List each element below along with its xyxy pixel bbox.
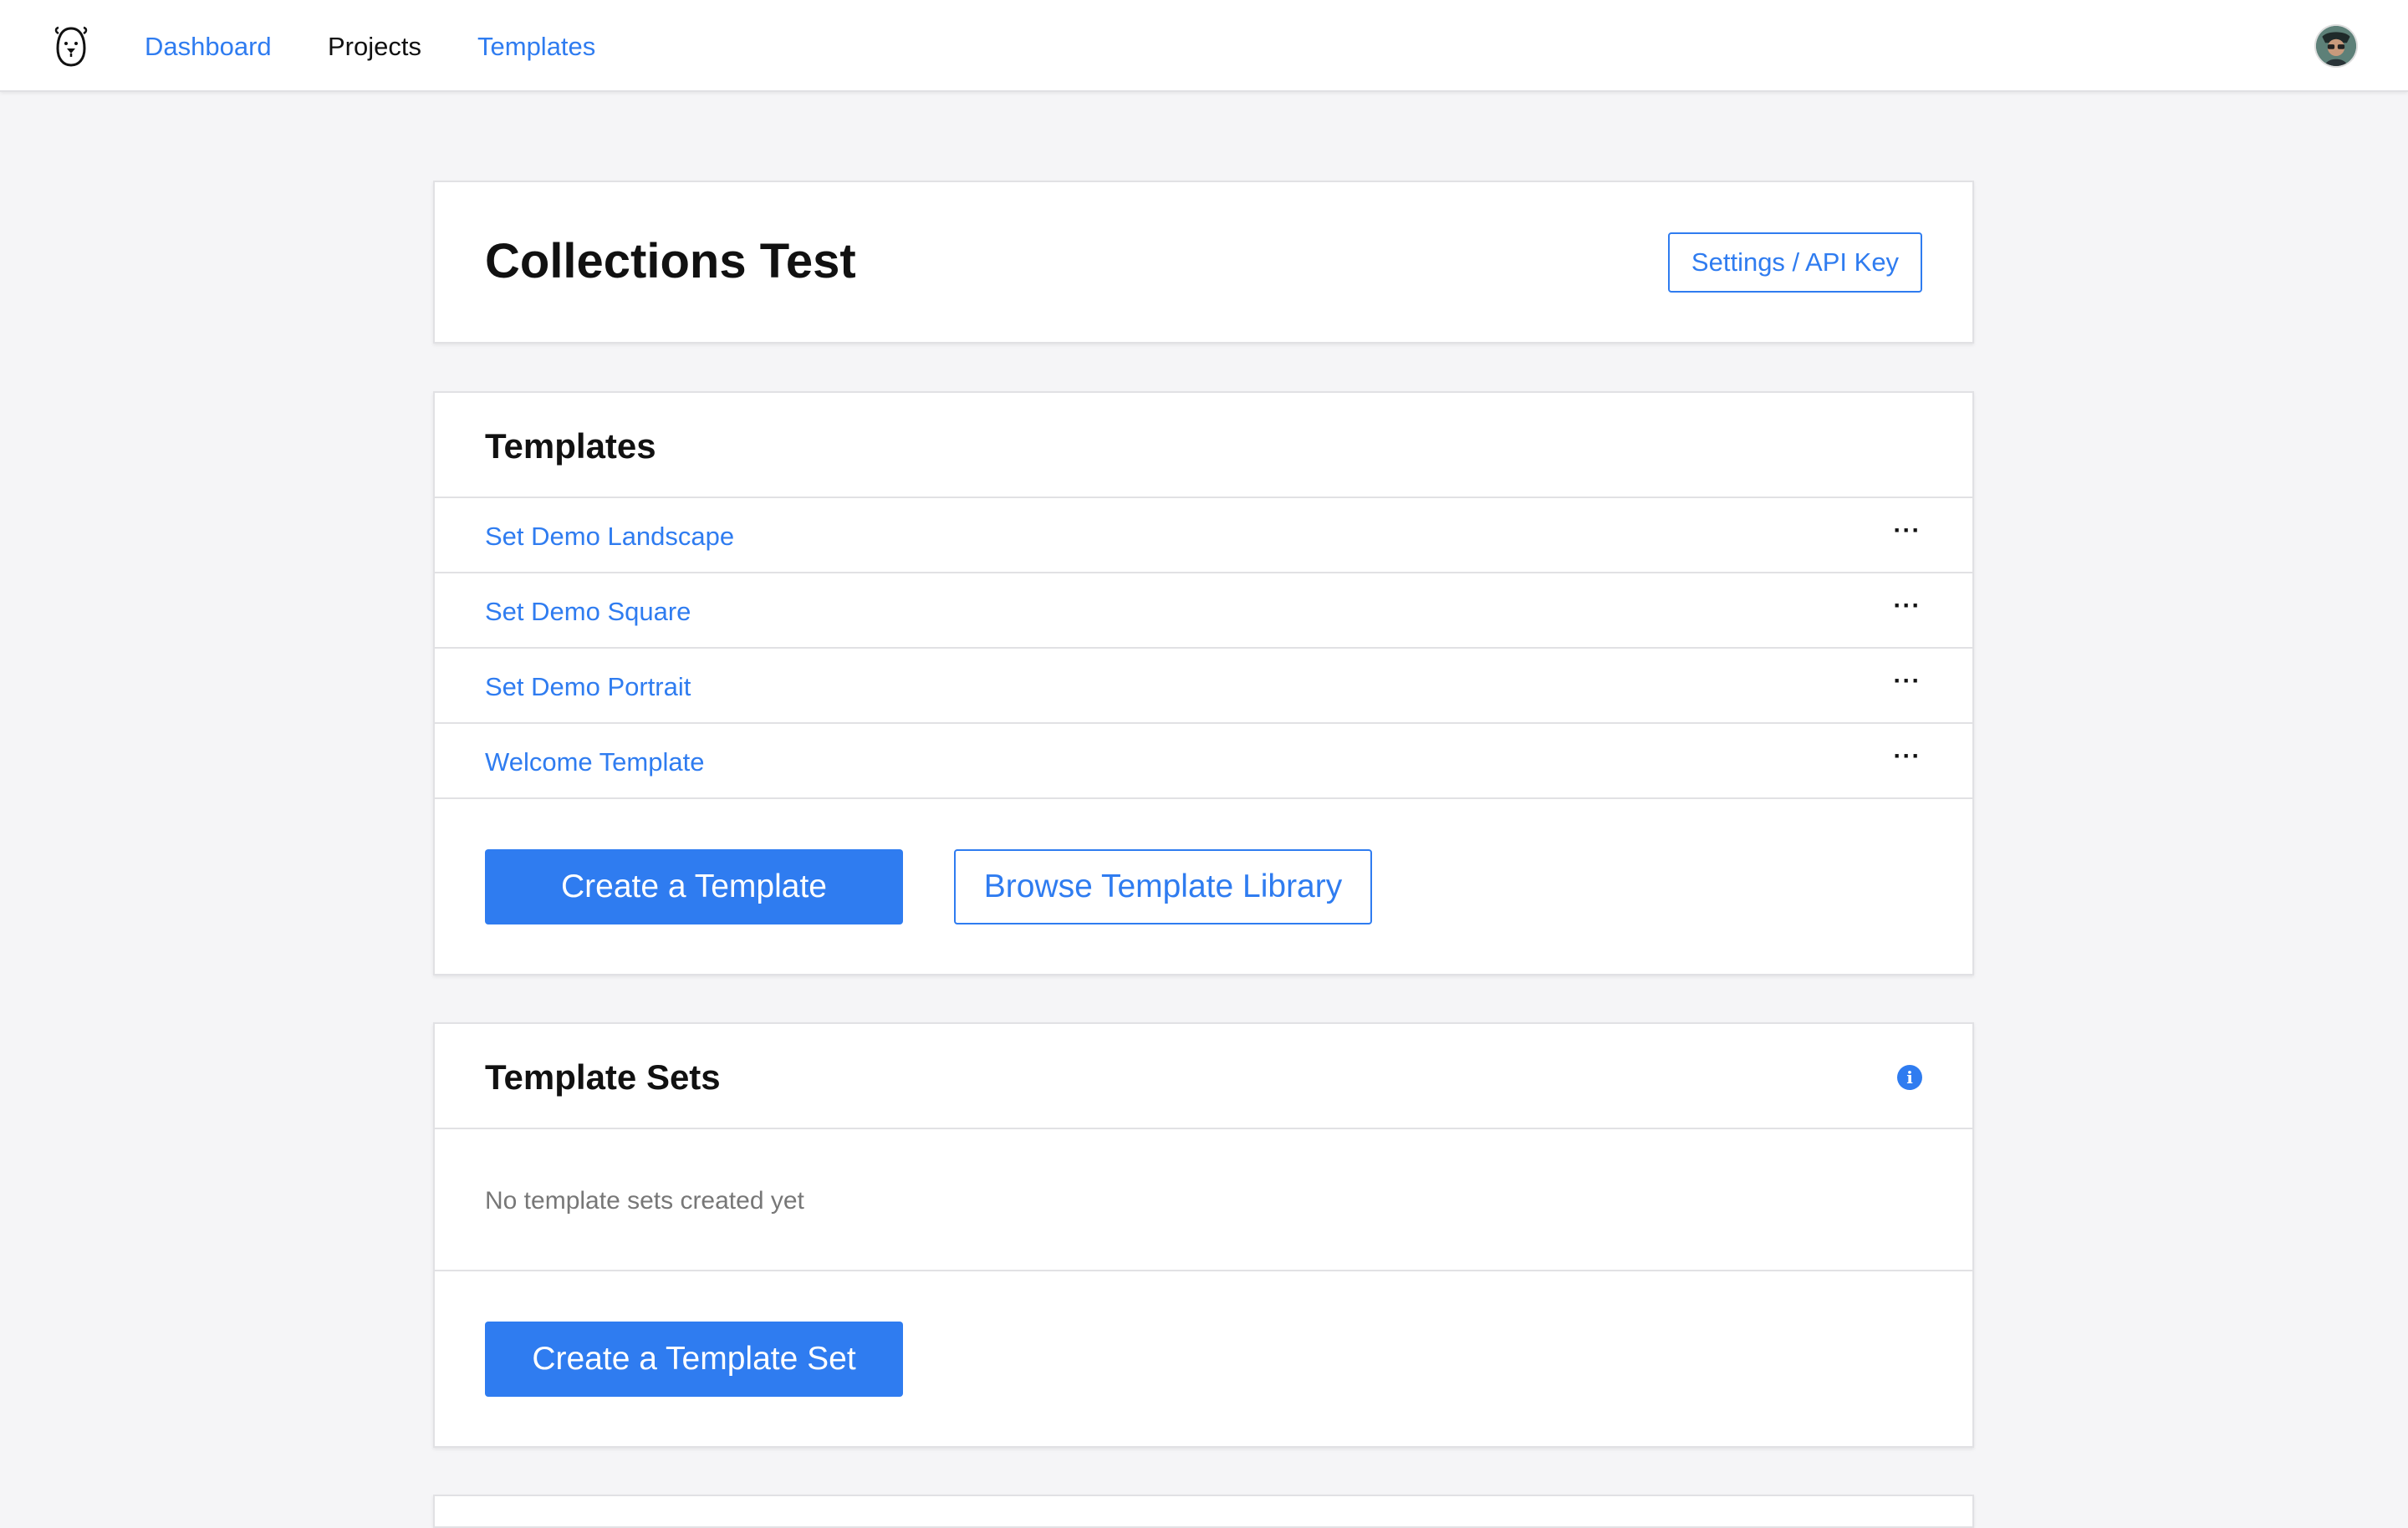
project-header-card: Collections Test Settings / API Key: [433, 181, 1974, 344]
template-row: Set Demo Portrait ···: [435, 649, 1972, 722]
template-link[interactable]: Set Demo Square: [485, 595, 691, 629]
template-sets-section-title: Template Sets: [485, 1057, 721, 1097]
template-sets-card: Template Sets i No template sets created…: [433, 1022, 1974, 1448]
nav-templates[interactable]: Templates: [477, 30, 595, 64]
empty-state-text: No template sets created yet: [485, 1187, 804, 1215]
more-options-icon[interactable]: ···: [1890, 742, 1924, 776]
info-icon[interactable]: i: [1897, 1065, 1922, 1090]
bear-logo-icon[interactable]: [52, 23, 90, 69]
browse-template-library-button[interactable]: Browse Template Library: [954, 849, 1372, 924]
settings-api-key-button[interactable]: Settings / API Key: [1668, 232, 1922, 293]
create-template-button[interactable]: Create a Template: [485, 849, 903, 924]
divider: [435, 1128, 1972, 1129]
page-title: Collections Test: [485, 234, 856, 288]
top-nav-bar: Dashboard Projects Templates: [0, 0, 2408, 92]
next-card: [433, 1495, 1974, 1528]
template-link[interactable]: Set Demo Landscape: [485, 520, 734, 553]
more-options-icon[interactable]: ···: [1890, 667, 1924, 700]
create-template-set-button[interactable]: Create a Template Set: [485, 1322, 903, 1397]
template-link[interactable]: Welcome Template: [485, 746, 704, 779]
more-options-icon[interactable]: ···: [1890, 592, 1924, 625]
templates-card: Templates Set Demo Landscape ··· Set Dem…: [433, 391, 1974, 975]
divider: [435, 797, 1972, 799]
user-avatar-icon[interactable]: [2314, 24, 2358, 68]
template-row: Welcome Template ···: [435, 724, 1972, 797]
templates-section-title: Templates: [485, 426, 656, 466]
template-link[interactable]: Set Demo Portrait: [485, 670, 691, 704]
nav-projects[interactable]: Projects: [328, 30, 421, 64]
divider: [435, 1270, 1972, 1271]
nav-dashboard[interactable]: Dashboard: [145, 30, 272, 64]
more-options-icon[interactable]: ···: [1890, 517, 1924, 550]
template-row: Set Demo Square ···: [435, 573, 1972, 647]
template-row: Set Demo Landscape ···: [435, 498, 1972, 572]
